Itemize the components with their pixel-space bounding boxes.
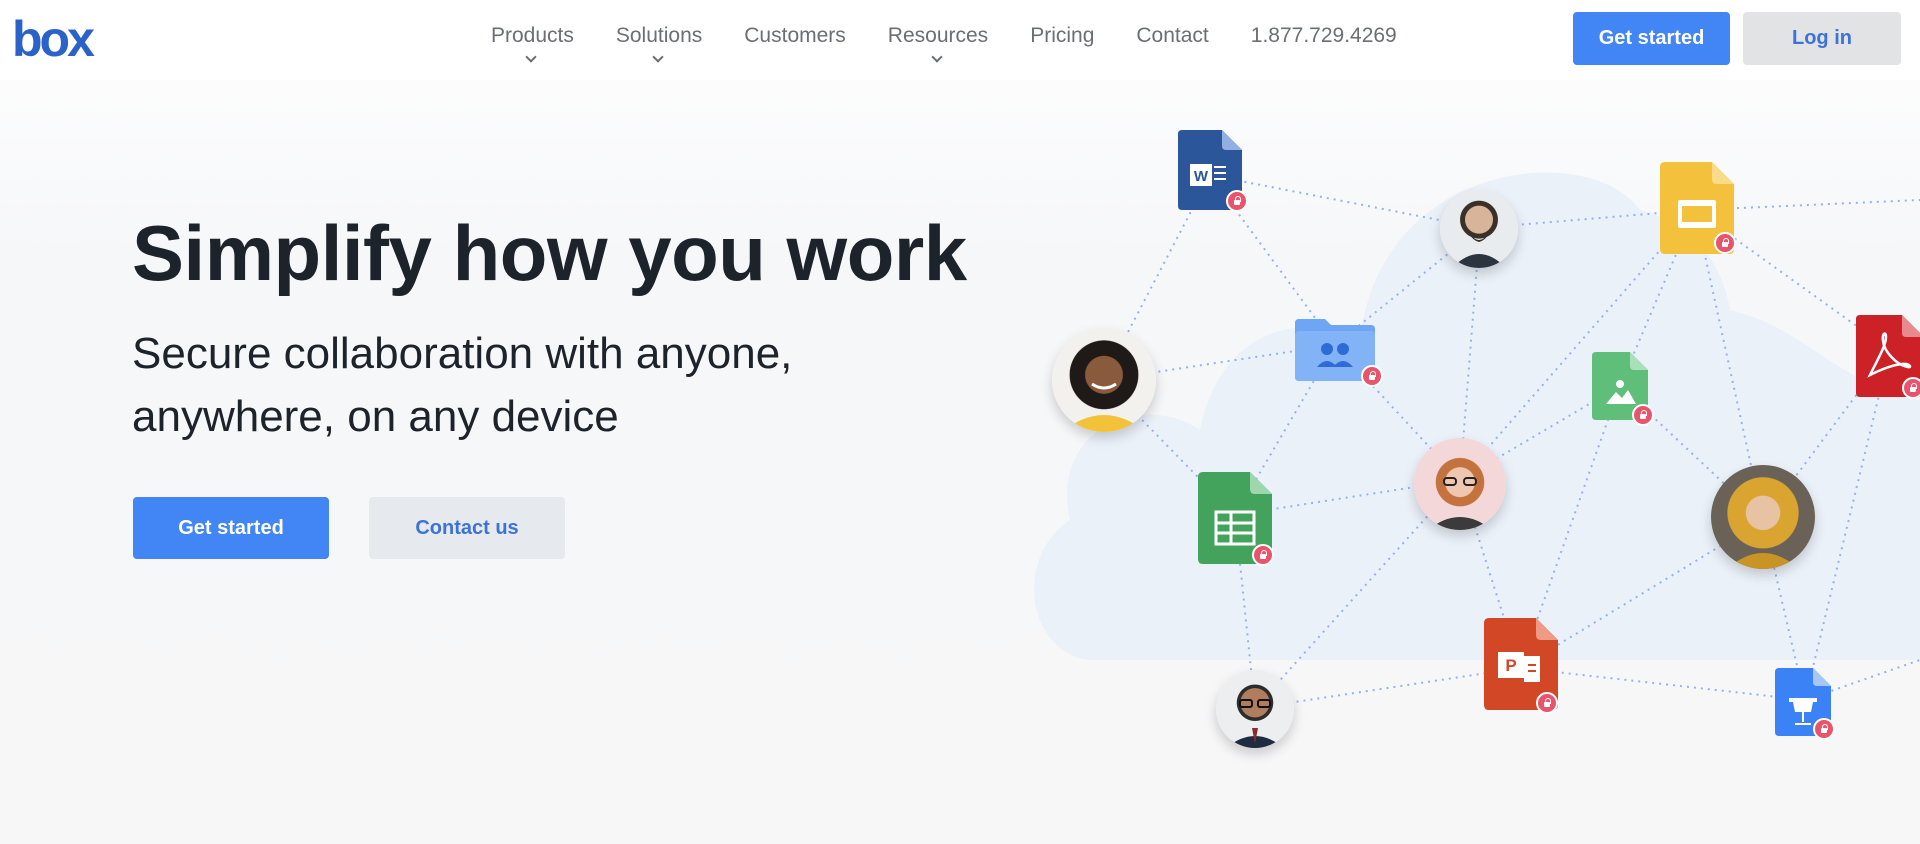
contact-us-button[interactable]: Contact us	[369, 497, 565, 559]
lock-icon	[1536, 692, 1558, 714]
svg-text:W: W	[1194, 168, 1209, 185]
nav-resources-label: Resources	[887, 24, 989, 47]
lock-icon	[1714, 232, 1736, 254]
nav-customers-label: Customers	[744, 24, 846, 47]
word-file-icon: W	[1178, 130, 1248, 212]
hero-subtitle: Secure collaboration with anyone, anywhe…	[132, 329, 793, 441]
slides-file-icon	[1660, 162, 1736, 254]
powerpoint-file-icon: P	[1484, 618, 1558, 714]
avatar-woman-scarf	[1711, 465, 1815, 569]
login-button[interactable]: Log in	[1743, 12, 1901, 65]
sheets-file-icon	[1198, 472, 1274, 566]
header-get-started-button[interactable]: Get started	[1573, 12, 1730, 65]
lock-icon	[1813, 718, 1835, 740]
nav-resources[interactable]: Resources	[867, 18, 1009, 63]
chevron-down-icon	[525, 51, 538, 63]
image-file-icon	[1592, 352, 1654, 426]
hero-get-started-button[interactable]: Get started	[133, 497, 329, 559]
nav-solutions-label: Solutions	[615, 24, 703, 47]
nav-products[interactable]: Products	[470, 18, 595, 63]
shared-folder-icon	[1295, 315, 1383, 387]
avatar-man-red-hair	[1414, 438, 1506, 530]
avatar-man-glasses	[1216, 670, 1294, 748]
nav-contact[interactable]: Contact	[1115, 18, 1229, 54]
nav-phone-label: 1.877.729.4269	[1250, 24, 1397, 47]
chevron-down-icon	[652, 51, 664, 63]
nav-pricing[interactable]: Pricing	[1009, 18, 1115, 54]
collaboration-illustration: W P	[1030, 100, 1920, 790]
lock-icon	[1361, 365, 1383, 387]
nav-contact-label: Contact	[1136, 24, 1209, 47]
nav-phone-number[interactable]: 1.877.729.4269	[1230, 18, 1418, 54]
nav-solutions[interactable]: Solutions	[595, 18, 723, 63]
keynote-file-icon	[1775, 668, 1835, 740]
hero-title: Simplify how you work	[132, 209, 967, 297]
nav-products-label: Products	[491, 24, 574, 47]
svg-text:P: P	[1505, 656, 1516, 675]
avatar-man-beard	[1440, 190, 1518, 268]
nav-pricing-label: Pricing	[1030, 24, 1095, 47]
lock-icon	[1632, 404, 1654, 426]
chevron-down-icon	[931, 51, 943, 63]
site-header: box Products Solutions Customers Resourc…	[0, 0, 1920, 80]
pdf-file-icon	[1856, 315, 1920, 399]
lock-icon	[1902, 377, 1920, 399]
main-nav: Products Solutions Customers Resources P…	[470, 18, 1418, 63]
avatar-woman-curly	[1052, 328, 1156, 432]
lock-icon	[1226, 190, 1248, 212]
box-logo[interactable]: box	[12, 14, 95, 64]
nav-customers[interactable]: Customers	[723, 18, 867, 54]
lock-icon	[1252, 544, 1274, 566]
